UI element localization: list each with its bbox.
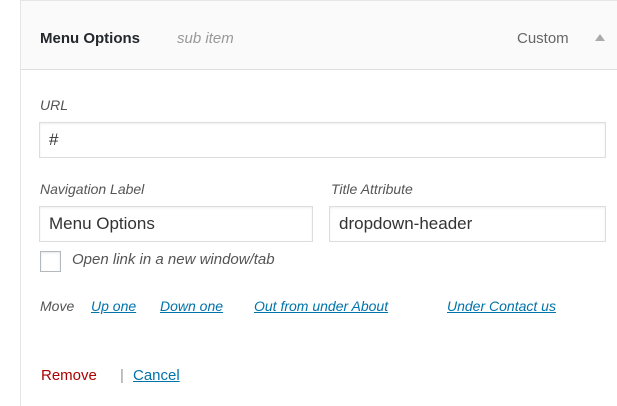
title-attribute-label: Title Attribute — [331, 181, 413, 197]
action-separator: | — [120, 367, 124, 384]
move-out-from-under-link[interactable]: Out from under About — [254, 298, 388, 314]
url-label: URL — [40, 97, 69, 113]
url-input[interactable]: # — [39, 122, 606, 158]
menu-item-subtitle: sub item — [177, 30, 234, 47]
move-up-one-link[interactable]: Up one — [91, 298, 136, 314]
menu-item-panel: Menu Options sub item Custom URL # Navig… — [20, 0, 617, 406]
menu-item-title: Menu Options — [40, 30, 140, 47]
move-down-one-link[interactable]: Down one — [160, 298, 223, 314]
collapse-arrow-icon[interactable] — [595, 34, 605, 41]
new-window-checkbox[interactable] — [40, 251, 61, 272]
menu-item-bar[interactable]: Menu Options sub item Custom — [21, 1, 617, 70]
navigation-label-input[interactable]: Menu Options — [39, 206, 313, 242]
remove-link[interactable]: Remove — [41, 367, 97, 384]
navigation-label-label: Navigation Label — [40, 181, 145, 197]
menu-item-type: Custom — [517, 30, 569, 47]
title-attribute-input[interactable]: dropdown-header — [329, 206, 606, 242]
move-under-contact-link[interactable]: Under Contact us — [447, 298, 556, 314]
cancel-link[interactable]: Cancel — [133, 367, 180, 384]
new-window-label[interactable]: Open link in a new window/tab — [72, 251, 275, 268]
move-label: Move — [40, 298, 75, 314]
